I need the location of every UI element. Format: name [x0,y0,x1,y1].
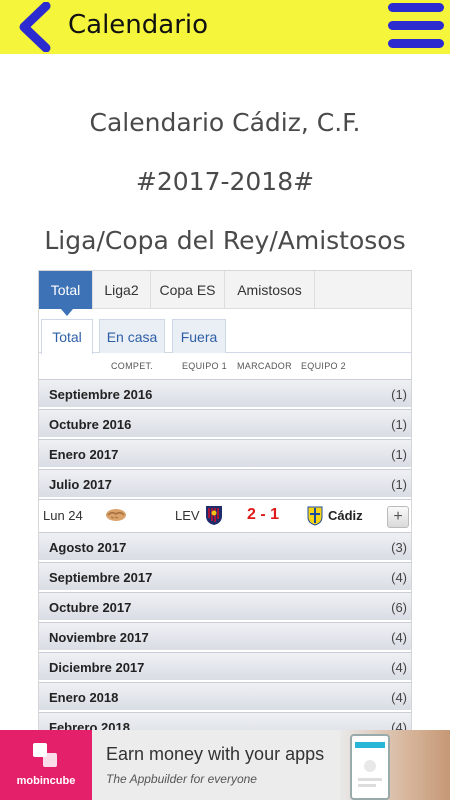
column-equipo1: EQUIPO 1 [182,361,227,371]
column-marcador: MARCADOR [237,361,292,371]
tab-total[interactable]: Total [39,271,93,316]
tab-en-casa[interactable]: En casa [99,319,165,353]
month-label: Agosto 2017 [49,540,127,555]
mobincube-logo-icon [33,743,57,767]
tab-liga2[interactable]: Liga2 [93,271,151,309]
hamburger-line [388,39,444,48]
match-score: 2 - 1 [247,506,280,523]
competition-tabs: Total Liga2 Copa ES Amistosos [39,271,411,316]
venue-tabs: Total En casa Fuera [39,319,411,354]
tab-fuera[interactable]: Fuera [172,319,226,353]
levante-badge-icon [206,506,222,525]
heading-season: #2017-2018# [135,167,315,196]
handshake-icon [106,509,126,521]
month-label: Febrero 2018 [49,720,130,730]
month-count: (4) [391,570,407,585]
cadiz-badge-icon [307,506,323,526]
column-compet: COMPET. [111,361,154,371]
month-row[interactable]: Diciembre 2017 (4) [39,652,411,680]
month-count: (4) [391,720,407,730]
month-label: Octubre 2017 [49,600,132,615]
month-count: (4) [391,690,407,705]
hamburger-menu-icon [388,3,444,12]
month-row[interactable]: Octubre 2017 (6) [39,592,411,620]
match-row[interactable]: Lun 24 LEV 2 - 1 Cádiz + [39,499,411,531]
tab-venue-total[interactable]: Total [41,319,93,354]
menu-button[interactable] [386,0,446,54]
month-row[interactable]: Septiembre 2016 (1) [39,379,411,407]
month-label: Octubre 2016 [49,417,132,432]
match-date: Lun 24 [43,508,83,523]
heading-competitions: Liga/Copa del Rey/Amistosos [44,226,406,255]
tab-amistosos[interactable]: Amistosos [225,271,315,309]
back-button[interactable] [14,1,54,53]
month-row[interactable]: Septiembre 2017 (4) [39,562,411,590]
month-row[interactable]: Febrero 2018 (4) [39,712,411,730]
chevron-left-icon [19,1,51,53]
ad-logo: mobincube [0,730,92,800]
month-count: (4) [391,660,407,675]
ad-brand: mobincube [16,775,76,787]
month-row[interactable]: Enero 2018 (4) [39,682,411,710]
month-label: Septiembre 2016 [49,387,153,402]
ad-title: Earn money with your apps [106,744,325,764]
month-label: Noviembre 2017 [49,630,149,645]
phone-screen [355,742,385,787]
team1-name: LEV [175,508,200,523]
month-label: Enero 2018 [49,690,119,705]
month-count: (1) [391,477,407,492]
month-row[interactable]: Agosto 2017 (3) [39,532,411,560]
expand-match-button[interactable]: + [387,506,409,528]
tab-copa-es[interactable]: Copa ES [151,271,225,309]
month-label: Septiembre 2017 [49,570,153,585]
month-row[interactable]: Octubre 2016 (1) [39,409,411,437]
team2-name: Cádiz [328,508,363,523]
page-title: Calendario [68,10,209,40]
ad-banner[interactable]: mobincube Earn money with your apps The … [0,730,450,800]
month-row[interactable]: Noviembre 2017 (4) [39,622,411,650]
month-count: (3) [391,540,407,555]
column-equipo2: EQUIPO 2 [301,361,346,371]
month-row[interactable]: Julio 2017 (1) [39,469,411,497]
hamburger-line [388,21,444,30]
month-row[interactable]: Enero 2017 (1) [39,439,411,467]
month-count: (1) [391,387,407,402]
calendar-panel: Total Liga2 Copa ES Amistosos Total En c… [38,270,412,730]
month-count: (6) [391,600,407,615]
month-count: (4) [391,630,407,645]
month-label: Diciembre 2017 [49,660,145,675]
month-label: Julio 2017 [49,477,112,492]
heading-club: Calendario Cádiz, C.F. [89,108,361,137]
month-label: Enero 2017 [49,447,119,462]
month-count: (1) [391,447,407,462]
phone-illustration-icon [350,734,390,800]
top-bar: Calendario [0,0,450,54]
ad-subtitle: The Appbuilder for everyone [106,772,257,786]
month-count: (1) [391,417,407,432]
